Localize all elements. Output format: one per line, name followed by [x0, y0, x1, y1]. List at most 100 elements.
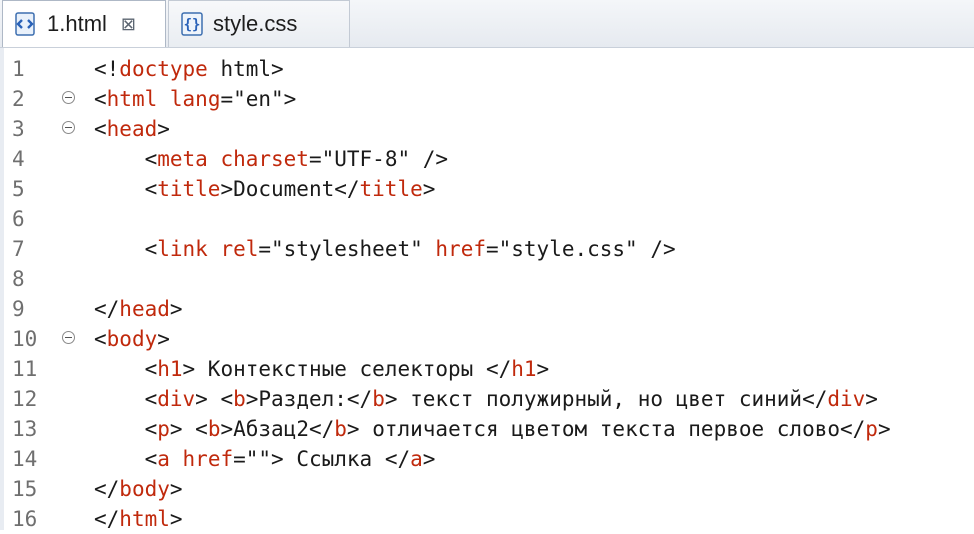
code-line[interactable]: 4 <meta charset="UTF-8" />: [4, 144, 974, 174]
code-editor[interactable]: 1 <!doctype html> 2 <html lang="en"> 3 <head>…: [0, 48, 974, 531]
line-number: 12: [12, 387, 38, 411]
code-text-token: <: [94, 447, 158, 471]
code-text-token: <: [94, 417, 158, 441]
code-text: </body>: [94, 477, 183, 501]
code-tag-token: head: [106, 117, 158, 141]
code-text-token: <: [94, 387, 158, 411]
code-tag-token: div: [157, 387, 196, 411]
code-text-token: ="style.css" />: [485, 237, 676, 261]
code-text-token: >: [169, 507, 183, 531]
code-text-token: ="UTF-8" />: [308, 147, 449, 171]
code-line[interactable]: 7 <link rel="stylesheet" href="style.css…: [4, 234, 974, 264]
code-text-token: <: [94, 87, 107, 111]
line-number: 2: [12, 87, 25, 111]
line-number: 1: [12, 57, 25, 81]
line-number: 16: [12, 507, 38, 531]
code-line[interactable]: 9 </head>: [4, 294, 974, 324]
tab-label: 1.html: [47, 11, 107, 36]
code-line[interactable]: 3 <head>: [4, 114, 974, 144]
code-tag-token: meta: [157, 147, 208, 171]
line-number: 13: [12, 417, 38, 441]
code-text-token: >Document</: [220, 177, 360, 201]
code-text-token: >: [536, 357, 550, 381]
line-number: 4: [12, 147, 25, 171]
line-number: 14: [12, 447, 38, 471]
code-tag-token: a: [410, 447, 423, 471]
fold-toggle-icon[interactable]: [62, 331, 75, 344]
code-line[interactable]: 13 <p> <b>Абзац2</b> отличается цветом т…: [4, 414, 974, 444]
code-tag-token: h1: [511, 357, 537, 381]
code-text: <meta charset="UTF-8" />: [94, 147, 448, 171]
code-tag-token: body: [119, 477, 170, 501]
code-text: </head>: [94, 297, 183, 321]
code-tag-token: charset: [220, 147, 309, 171]
code-text-token: ="en">: [220, 87, 297, 111]
code-text: <div> <b>Раздел:</b> текст полужирный, н…: [94, 387, 878, 411]
code-tag-token: body: [106, 327, 158, 351]
code-text-token: >Абзац2</: [220, 417, 335, 441]
code-text-token: > <: [195, 387, 234, 411]
code-tag-token: href: [435, 237, 486, 261]
code-text-token: >: [157, 327, 170, 351]
code-text-token: <: [94, 327, 107, 351]
code-line[interactable]: 10 <body>: [4, 324, 974, 354]
line-number: 11: [12, 357, 38, 381]
code-tag-token: b: [372, 387, 385, 411]
code-text-token: >: [877, 417, 891, 441]
html-file-icon: [15, 12, 35, 36]
code-text-token: > отличается цветом текста первое слово<…: [346, 417, 866, 441]
tab-1-html[interactable]: 1.html ⊠: [2, 0, 166, 47]
code-text: <html lang="en">: [94, 87, 296, 111]
code-tag-token: b: [207, 417, 221, 441]
code-tag-token: div: [827, 387, 866, 411]
code-tag-token: html: [106, 87, 158, 111]
line-number: 9: [12, 297, 25, 321]
code-text-token: > <: [169, 417, 208, 441]
tab-style-css[interactable]: {} style.css: [168, 0, 350, 47]
css-file-icon: {}: [181, 12, 203, 36]
code-text-token: </: [94, 477, 120, 501]
code-text-token: <: [94, 237, 158, 261]
code-line[interactable]: 1 <!doctype html>: [4, 54, 974, 84]
code-text-token: >: [169, 477, 183, 501]
code-text-token: </: [94, 297, 120, 321]
close-icon[interactable]: ⊠: [121, 14, 136, 35]
code-line[interactable]: 14 <a href=""> Ссылка </a>: [4, 444, 974, 474]
line-number: 6: [12, 207, 25, 231]
code-text-token: ="stylesheet": [258, 237, 436, 261]
code-text: <title>Document</title>: [94, 177, 436, 201]
code-line[interactable]: 5 <title>Document</title>: [4, 174, 974, 204]
code-text: <a href=""> Ссылка </a>: [94, 447, 436, 471]
editor-tab-bar: 1.html ⊠ {} style.css: [0, 0, 974, 48]
code-tag-token: p: [865, 417, 878, 441]
code-tag-token: head: [119, 297, 170, 321]
code-text-token: <: [94, 357, 158, 381]
code-text-token: <: [94, 147, 158, 171]
code-line[interactable]: 2 <html lang="en">: [4, 84, 974, 114]
code-text-token: =""> Ссылка </: [233, 447, 411, 471]
code-text-token: <: [94, 117, 107, 141]
code-line[interactable]: 8: [4, 264, 974, 294]
code-tag-token: b: [233, 387, 246, 411]
code-line[interactable]: 6: [4, 204, 974, 234]
code-tag-token: href: [182, 447, 234, 471]
code-line[interactable]: 12 <div> <b>Раздел:</b> текст полужирный…: [4, 384, 974, 414]
code-text: <link rel="stylesheet" href="style.css" …: [94, 237, 676, 261]
code-tag-token: h1: [157, 357, 183, 381]
tab-label: style.css: [213, 11, 298, 36]
code-text-token: html>: [207, 57, 284, 81]
code-line[interactable]: 11 <h1> Контекстные селекторы </h1>: [4, 354, 974, 384]
fold-toggle-icon[interactable]: [62, 121, 75, 134]
code-tag-token: lang: [169, 87, 221, 111]
code-tag-token: doctype: [119, 57, 208, 81]
svg-text:{}: {}: [184, 17, 201, 33]
code-text-token: <: [94, 177, 158, 201]
code-line[interactable]: 15 </body>: [4, 474, 974, 504]
code-text-token: >Раздел:</: [245, 387, 373, 411]
code-tag-token: rel: [220, 237, 259, 261]
fold-toggle-icon[interactable]: [62, 91, 75, 104]
code-text-token: >: [422, 447, 436, 471]
code-text-token: <!: [94, 57, 120, 81]
